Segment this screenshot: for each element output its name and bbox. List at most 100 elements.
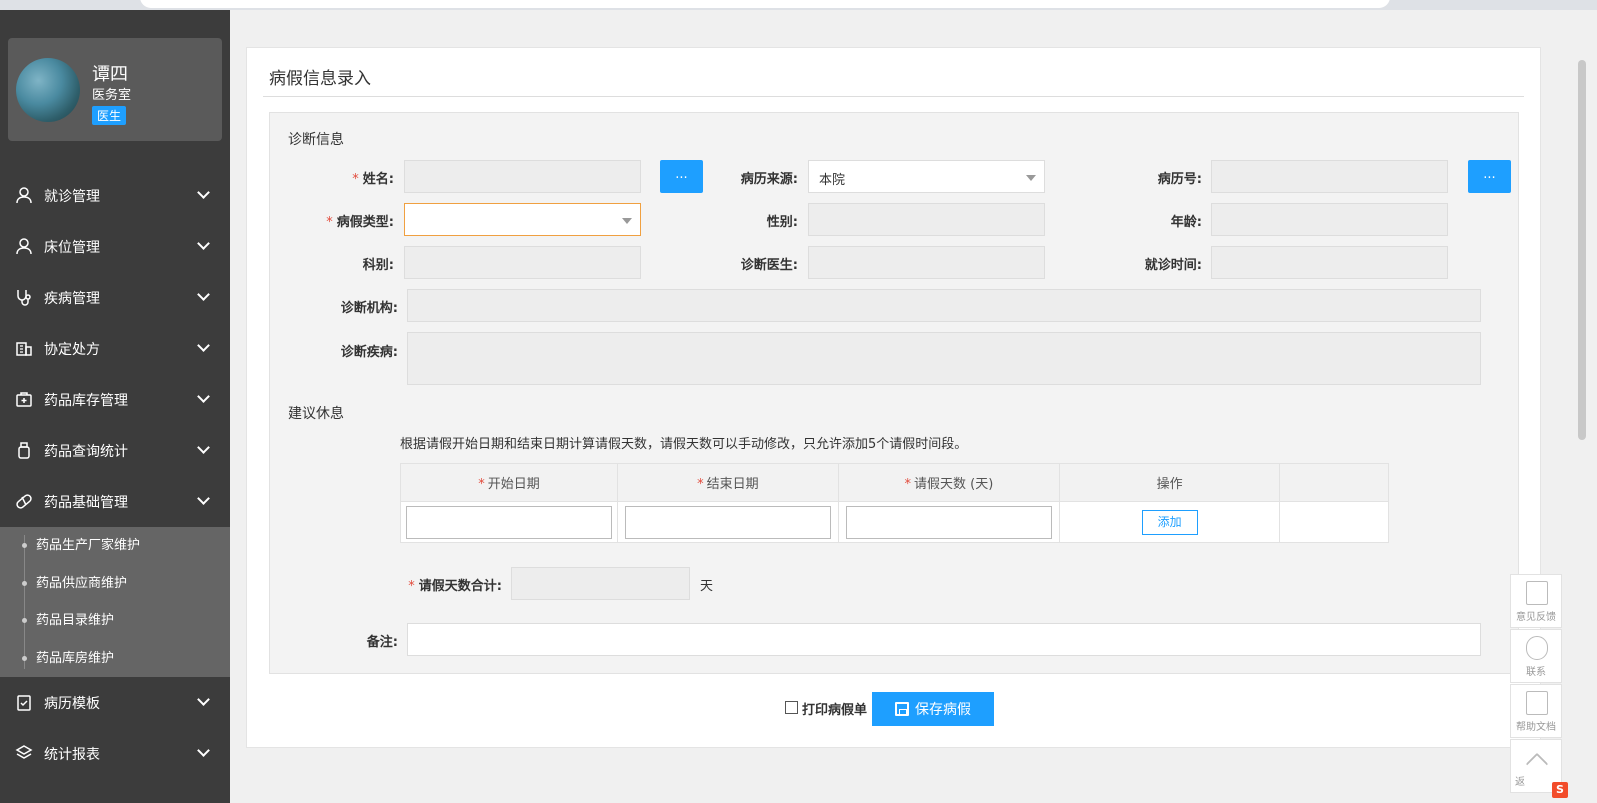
total-days-field[interactable] (511, 567, 690, 600)
form-area: 诊断信息 * 姓名: ... 病历来源: 本院 病历号: ... * 病假类型: 性… (269, 112, 1519, 674)
sidebar-item-label: 疾病管理 (44, 290, 100, 307)
sidebar-item-drug-query[interactable]: 药品查询统计 (0, 425, 230, 476)
bottom-actions: 打印病假单 保存病假 (247, 692, 1540, 732)
table-row: 添加 (400, 501, 1389, 543)
table-cell: 添加 (1058, 501, 1281, 543)
save-sick-leave-button[interactable]: 保存病假 (872, 692, 994, 726)
sidebar-subitem[interactable]: 药品生产厂家维护 (0, 527, 230, 565)
chevron-down-icon (197, 441, 210, 454)
sidebar-item-prescription[interactable]: 协定处方 (0, 323, 230, 374)
remark-field[interactable] (407, 623, 1481, 656)
record-source-value: 本院 (819, 173, 846, 188)
chevron-down-icon (622, 218, 632, 224)
name-label: * 姓名: (352, 172, 394, 187)
browser-toolbar (0, 0, 1597, 10)
sidebar-item-disease[interactable]: 疾病管理 (0, 272, 230, 323)
sidebar-item-template[interactable]: 病历模板 (0, 677, 230, 728)
table-cell (616, 501, 839, 543)
column-header-action: 操作 (1058, 463, 1281, 502)
help-doc-button[interactable]: 帮助文档 (1510, 684, 1562, 738)
chevron-down-icon (197, 288, 210, 301)
table-cell (837, 501, 1060, 543)
save-button-label: 保存病假 (915, 702, 971, 718)
chevron-down-icon (197, 339, 210, 352)
print-label[interactable]: 打印病假单 (802, 699, 867, 718)
help-doc-label: 帮助文档 (1516, 722, 1556, 733)
record-source-select[interactable]: 本院 (808, 160, 1045, 193)
main-panel: 病假信息录入 诊断信息 * 姓名: ... 病历来源: 本院 病历号: ... *… (246, 47, 1541, 748)
chevron-down-icon (197, 693, 210, 706)
save-icon (895, 702, 909, 716)
chevron-down-icon (197, 744, 210, 757)
table-cell (1279, 501, 1389, 543)
department-field[interactable] (404, 246, 641, 279)
sidebar-nav: 就诊管理 床位管理 疾病管理 协定处方 药品库存管理 药品查询统计 药品基础管理… (0, 170, 230, 779)
leave-days-input[interactable] (845, 505, 1052, 539)
visit-time-label: 就诊时间: (1144, 258, 1202, 273)
record-source-label: 病历来源: (740, 172, 798, 187)
address-bar[interactable] (140, 0, 1390, 8)
remark-label: 备注: (366, 635, 398, 650)
doctor-label: 诊断医生: (740, 258, 798, 273)
sidebar-subitem[interactable]: 药品供应商维护 (0, 565, 230, 603)
end-date-input[interactable] (624, 505, 831, 539)
unit-day: 天 (700, 579, 714, 594)
sidebar-item-report[interactable]: 统计报表 (0, 728, 230, 779)
sidebar-subitem[interactable]: 药品库房维护 (0, 640, 230, 678)
sidebar-item-visit[interactable]: 就诊管理 (0, 170, 230, 221)
divider (263, 96, 1524, 97)
column-header-end: * 结束日期 (616, 463, 839, 502)
user-dept: 医务室 (92, 88, 132, 103)
sidebar-submenu: 药品生产厂家维护 药品供应商维护 药品目录维护 药品库房维护 (0, 527, 230, 677)
doctor-field[interactable] (808, 246, 1045, 279)
table-cell (400, 501, 618, 543)
user-icon (16, 238, 32, 255)
add-period-button[interactable]: 添加 (1141, 509, 1198, 535)
table-header-row: * 开始日期 * 结束日期 * 请假天数 (天) 操作 (400, 463, 1389, 502)
chevron-down-icon (197, 186, 210, 199)
section-title-rest: 建议休息 (288, 406, 344, 422)
building-icon (16, 342, 32, 356)
contact-button[interactable]: 联系 (1510, 629, 1562, 683)
sidebar-item-bed[interactable]: 床位管理 (0, 221, 230, 272)
institution-field[interactable] (407, 289, 1481, 322)
sidebar-item-drug-stock[interactable]: 药品库存管理 (0, 374, 230, 425)
chevron-down-icon (197, 492, 210, 505)
leave-type-select[interactable] (404, 203, 641, 236)
sidebar-item-label: 药品基础管理 (44, 494, 128, 511)
avatar[interactable] (16, 58, 80, 122)
layers-icon (15, 745, 33, 759)
gender-field[interactable] (808, 203, 1045, 236)
disease-textarea[interactable] (407, 332, 1481, 385)
leave-type-label: * 病假类型: (326, 215, 394, 230)
bottle-icon (18, 442, 30, 459)
select-patient-button[interactable]: ... (660, 160, 703, 193)
sidebar-subitem[interactable]: 药品目录维护 (0, 602, 230, 640)
select-record-button[interactable]: ... (1468, 160, 1511, 193)
stethoscope-icon (17, 290, 31, 306)
start-date-input[interactable] (405, 505, 612, 539)
age-field[interactable] (1211, 203, 1448, 236)
leave-hint-text: 根据请假开始日期和结束日期计算请假天数，请假天数可以手动修改，只允许添加5个请假… (400, 437, 968, 452)
floating-toolbar: 意见反馈 联系 帮助文档 返 (1510, 574, 1562, 794)
contact-label: 联系 (1526, 667, 1546, 678)
sidebar-item-drug-base[interactable]: 药品基础管理 (0, 476, 230, 527)
record-no-field[interactable] (1211, 160, 1448, 193)
ime-icon[interactable]: S (1552, 782, 1568, 798)
page-title: 病假信息录入 (269, 69, 371, 89)
scrollbar[interactable] (1578, 60, 1586, 440)
sidebar-item-label: 病历模板 (44, 695, 100, 712)
print-checkbox[interactable] (785, 701, 798, 714)
pill-icon (16, 494, 32, 509)
total-days-label: * 请假天数合计: (408, 579, 502, 594)
sidebar-item-label: 统计报表 (44, 746, 100, 763)
chevron-down-icon (1026, 175, 1036, 181)
user-name: 谭四 (92, 64, 128, 85)
phone-icon (1526, 636, 1548, 660)
sidebar-item-label: 就诊管理 (44, 188, 100, 205)
name-field[interactable] (404, 160, 641, 193)
feedback-button[interactable]: 意见反馈 (1510, 574, 1562, 628)
sidebar: 谭四 医务室 医生 就诊管理 床位管理 疾病管理 协定处方 药品库存管理 药品查… (0, 10, 230, 803)
arrow-up-icon (1525, 752, 1549, 776)
visit-time-field[interactable] (1211, 246, 1448, 279)
